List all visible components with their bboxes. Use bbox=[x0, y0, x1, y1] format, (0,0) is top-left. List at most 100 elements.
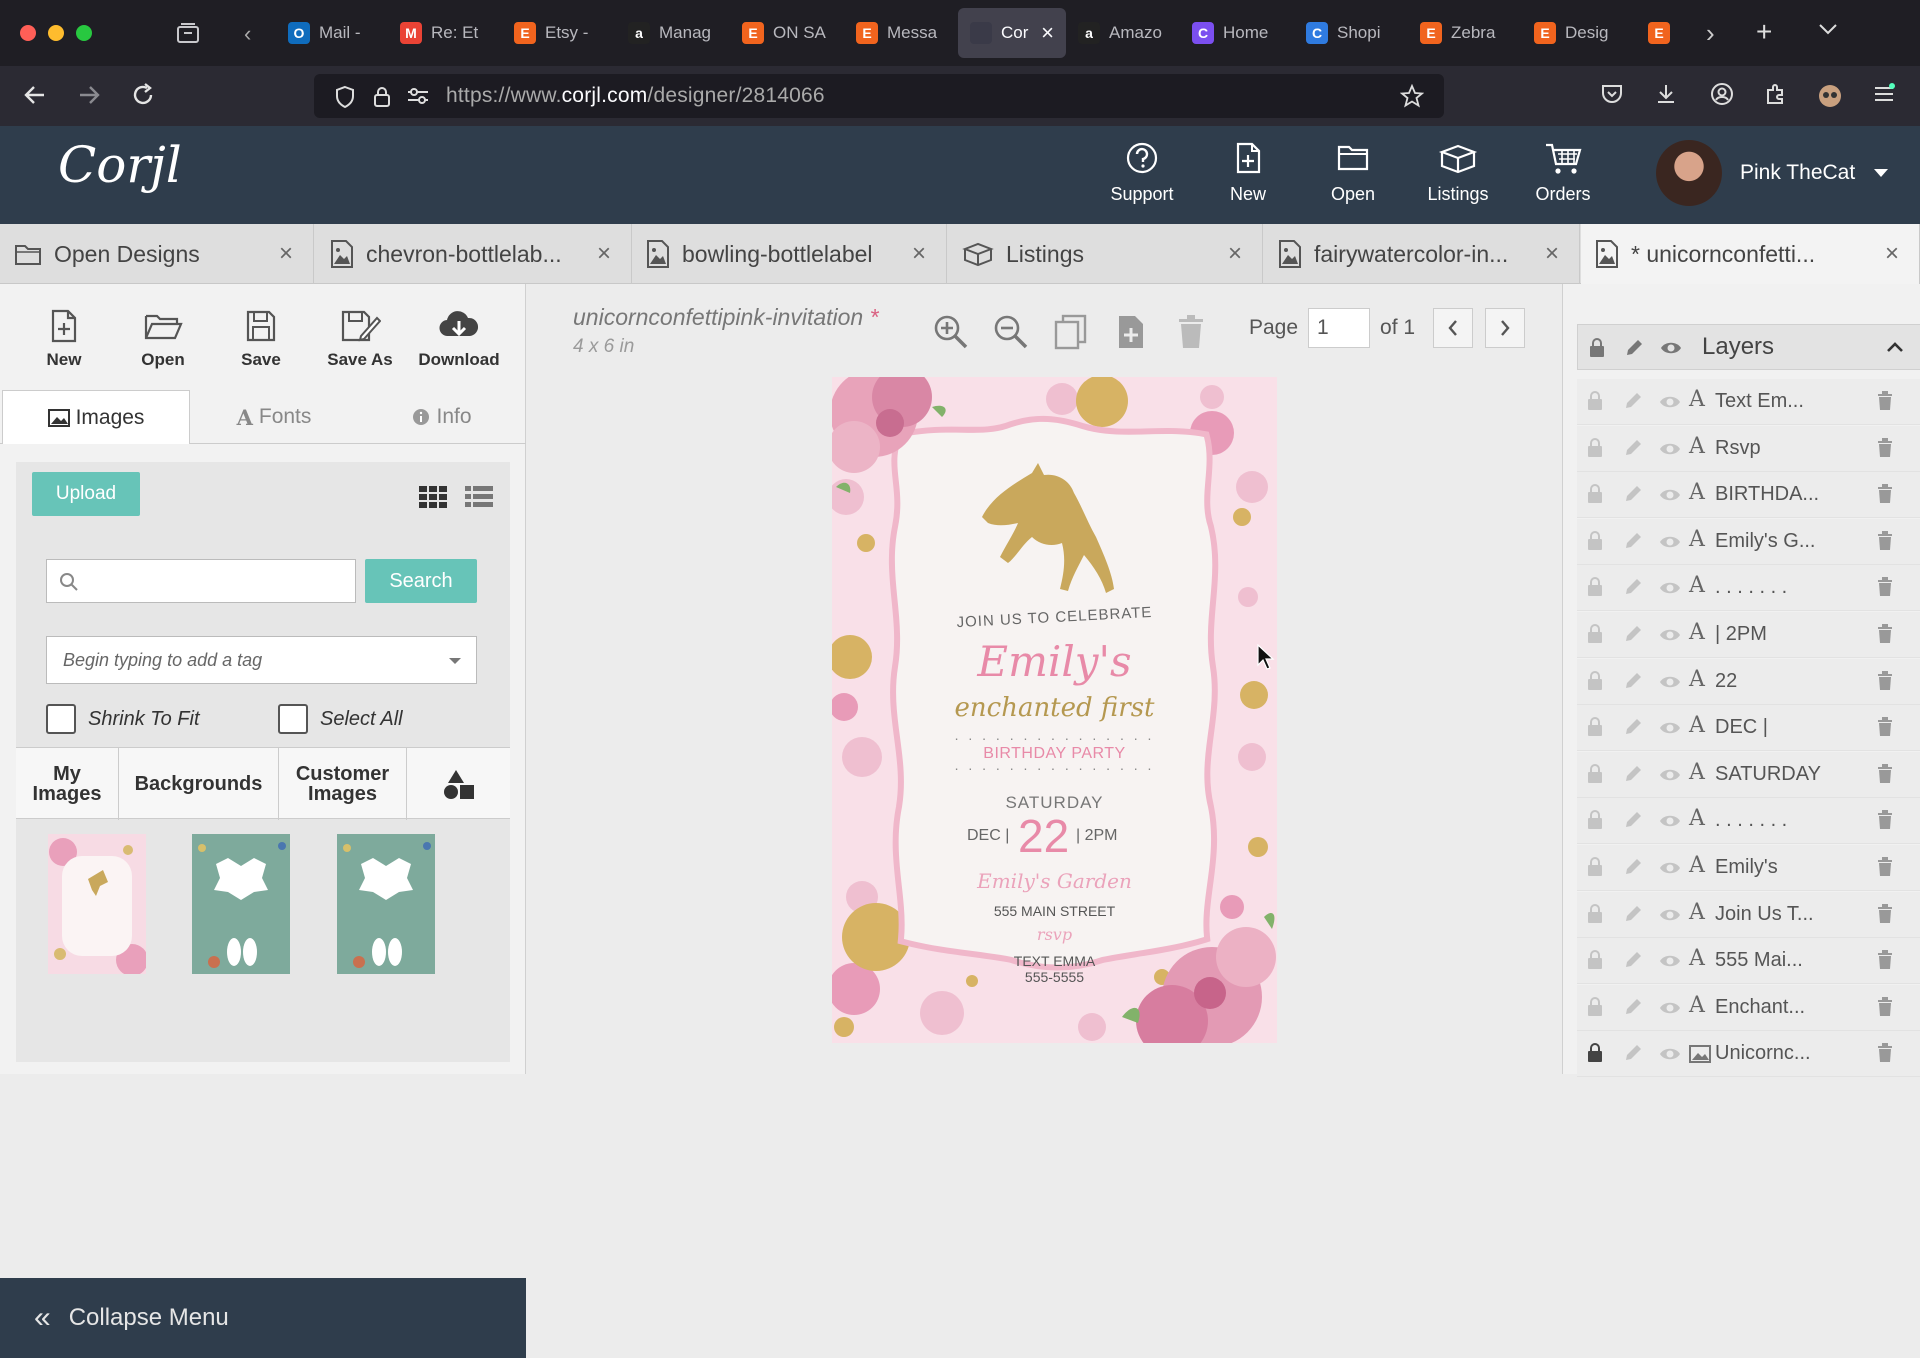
tab-overview-icon[interactable] bbox=[176, 22, 200, 44]
chevron-down-icon[interactable] bbox=[1873, 168, 1889, 178]
grid-view-icon[interactable] bbox=[419, 486, 447, 508]
category-backgrounds[interactable]: Backgrounds bbox=[119, 748, 279, 820]
image-thumbnail[interactable] bbox=[48, 834, 146, 974]
pencil-icon[interactable] bbox=[1623, 624, 1643, 644]
lock-icon[interactable] bbox=[1587, 857, 1603, 877]
previous-page-button[interactable] bbox=[1433, 308, 1474, 348]
lock-icon[interactable] bbox=[1587, 670, 1603, 691]
eye-icon[interactable] bbox=[1659, 534, 1681, 550]
pencil-icon[interactable] bbox=[1623, 1043, 1643, 1063]
corjl-logo[interactable]: Corjl bbox=[58, 136, 182, 194]
layer-name[interactable]: Emily's G... bbox=[1715, 530, 1816, 553]
layer-name[interactable]: 555 Mai... bbox=[1715, 949, 1803, 972]
card-address-text[interactable]: 555 MAIN STREET bbox=[832, 903, 1277, 919]
layer-name[interactable]: Rsvp bbox=[1715, 437, 1761, 460]
pencil-icon[interactable] bbox=[1623, 484, 1643, 504]
add-page-icon[interactable] bbox=[1113, 314, 1149, 350]
forward-icon[interactable] bbox=[76, 82, 102, 108]
eye-icon[interactable] bbox=[1659, 394, 1681, 410]
browser-tab[interactable]: Cor × bbox=[958, 8, 1066, 58]
pencil-icon[interactable] bbox=[1623, 438, 1643, 458]
save-button[interactable]: Save bbox=[211, 308, 311, 370]
checkbox-box[interactable] bbox=[46, 704, 76, 734]
layer-name[interactable]: DEC | bbox=[1715, 716, 1768, 739]
trash-icon[interactable] bbox=[1877, 810, 1893, 830]
zoom-out-icon[interactable] bbox=[993, 314, 1029, 350]
close-tab-icon[interactable]: × bbox=[1885, 240, 1899, 268]
close-tab-icon[interactable]: × bbox=[279, 240, 293, 268]
pencil-icon[interactable] bbox=[1623, 904, 1643, 924]
maximize-window-button[interactable] bbox=[76, 25, 92, 41]
user-menu[interactable]: Pink TheCat bbox=[1656, 140, 1889, 206]
trash-icon[interactable] bbox=[1877, 857, 1893, 877]
nav-orders[interactable]: Orders bbox=[1518, 142, 1608, 205]
lock-icon[interactable] bbox=[1587, 717, 1603, 737]
layer-row[interactable]: A Rsvp bbox=[1577, 425, 1920, 472]
card-dots-bottom[interactable]: . . . . . . . . . . . . . . . bbox=[832, 757, 1277, 773]
bookmark-star-icon[interactable] bbox=[1400, 84, 1424, 108]
document-tab[interactable]: chevron-bottlelab... × bbox=[316, 224, 632, 284]
eye-icon[interactable] bbox=[1660, 340, 1682, 356]
close-window-button[interactable] bbox=[20, 25, 36, 41]
extensions-icon[interactable] bbox=[1764, 82, 1788, 106]
extension-avatar-icon[interactable] bbox=[1818, 84, 1842, 108]
search-button[interactable]: Search bbox=[365, 559, 477, 603]
select-all-checkbox[interactable]: Select All bbox=[278, 704, 403, 734]
layer-name[interactable]: 22 bbox=[1715, 670, 1737, 693]
layer-row[interactable]: A DEC | bbox=[1577, 705, 1920, 752]
pencil-icon[interactable] bbox=[1623, 671, 1643, 691]
back-icon[interactable] bbox=[22, 82, 48, 108]
open-button[interactable]: Open bbox=[113, 308, 213, 370]
trash-icon[interactable] bbox=[1877, 624, 1893, 644]
chevron-up-icon[interactable] bbox=[1886, 341, 1904, 353]
category-shapes[interactable] bbox=[407, 748, 510, 820]
minimize-window-button[interactable] bbox=[48, 25, 64, 41]
pencil-icon[interactable] bbox=[1623, 810, 1643, 830]
lock-icon[interactable] bbox=[1587, 530, 1603, 551]
pocket-icon[interactable] bbox=[1600, 82, 1624, 106]
eye-icon[interactable] bbox=[1659, 860, 1681, 876]
nav-new[interactable]: New bbox=[1203, 142, 1293, 205]
reload-icon[interactable] bbox=[130, 82, 156, 108]
lock-icon[interactable] bbox=[1587, 810, 1603, 830]
card-date-text[interactable]: 22 bbox=[1018, 809, 1069, 863]
eye-icon[interactable] bbox=[1659, 953, 1681, 969]
close-tab-icon[interactable]: × bbox=[1228, 240, 1242, 268]
duplicate-page-icon[interactable] bbox=[1053, 314, 1089, 350]
lock-icon[interactable] bbox=[1587, 437, 1603, 458]
pencil-icon[interactable] bbox=[1623, 391, 1643, 411]
lock-icon[interactable] bbox=[1587, 996, 1603, 1017]
browser-tab[interactable]: a Manag bbox=[616, 8, 730, 58]
layer-name[interactable]: . . . . . . . bbox=[1715, 809, 1787, 832]
browser-tab[interactable]: C Shopi bbox=[1294, 8, 1408, 58]
lock-icon[interactable] bbox=[1587, 1043, 1603, 1063]
nav-listings[interactable]: Listings bbox=[1413, 142, 1503, 205]
lock-icon[interactable] bbox=[1587, 391, 1603, 411]
pencil-icon[interactable] bbox=[1623, 857, 1643, 877]
tab-list-icon[interactable] bbox=[1818, 22, 1838, 36]
eye-icon[interactable] bbox=[1659, 580, 1681, 596]
lock-icon[interactable] bbox=[1587, 950, 1603, 970]
upload-button[interactable]: Upload bbox=[32, 472, 140, 516]
layer-name[interactable]: Unicornc... bbox=[1715, 1042, 1811, 1065]
trash-icon[interactable] bbox=[1877, 437, 1893, 458]
browser-tab[interactable]: E Etsy - bbox=[502, 8, 616, 58]
shrink-to-fit-checkbox[interactable]: Shrink To Fit bbox=[46, 704, 200, 734]
browser-tab[interactable]: E Messa bbox=[844, 8, 958, 58]
browser-tab[interactable]: O Mail - bbox=[276, 8, 388, 58]
layer-row[interactable]: A Emily's G... bbox=[1577, 518, 1920, 565]
trash-icon[interactable] bbox=[1877, 391, 1893, 411]
layer-row[interactable]: A Emily's bbox=[1577, 845, 1920, 891]
card-month-text[interactable]: DEC | bbox=[967, 827, 1009, 845]
card-phone-text[interactable]: 555-5555 bbox=[832, 969, 1277, 985]
trash-icon[interactable] bbox=[1877, 717, 1893, 737]
category-my-images[interactable]: My Images bbox=[16, 748, 119, 820]
nav-support[interactable]: Support bbox=[1097, 142, 1187, 205]
delete-page-icon[interactable] bbox=[1173, 314, 1209, 350]
tab-info[interactable]: Info bbox=[358, 390, 526, 444]
page-number-input[interactable]: 1 bbox=[1308, 308, 1371, 348]
layer-name[interactable]: Join Us T... bbox=[1715, 903, 1814, 926]
image-thumbnail[interactable] bbox=[192, 834, 290, 974]
account-icon[interactable] bbox=[1710, 82, 1734, 106]
invitation-card[interactable]: JOIN US TO CELEBRATE Emily's enchanted f… bbox=[832, 377, 1277, 1043]
